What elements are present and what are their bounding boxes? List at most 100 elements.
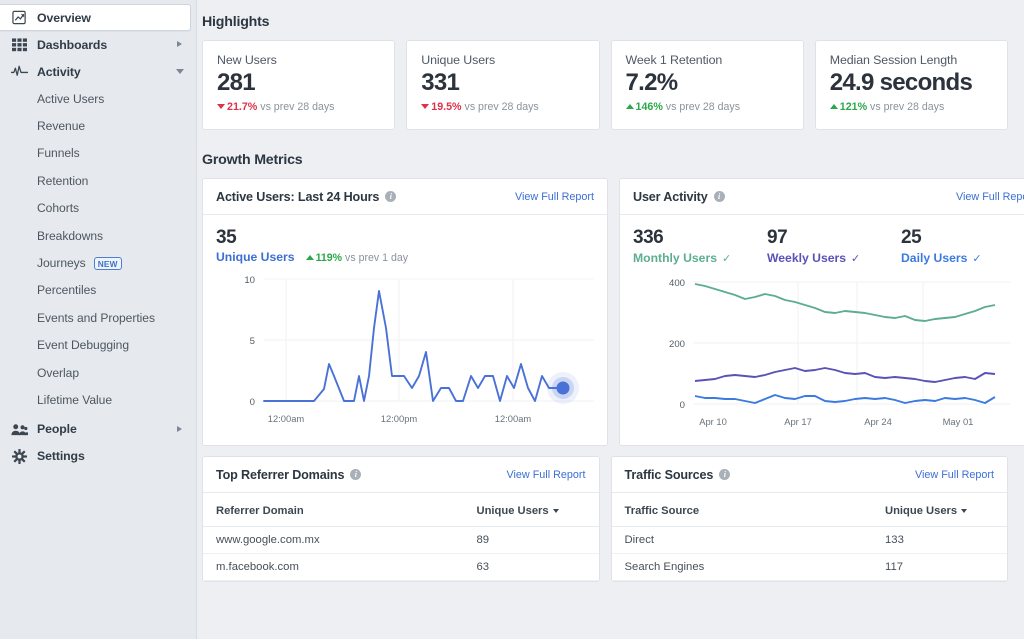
stat-label[interactable]: Monthly Users (633, 251, 717, 265)
stat-label-row[interactable]: Daily Users ✓ (901, 249, 1024, 267)
highlight-card-new-users: New Users 281 21.7% vs prev 28 days (202, 40, 395, 130)
sidebar: Overview Dashboards Activity Active User… (0, 0, 197, 639)
column-header-referrer-domain[interactable]: Referrer Domain (203, 493, 464, 527)
stat-value: 25 (901, 227, 1024, 249)
y-tick-label: 5 (250, 336, 255, 347)
view-full-report-link[interactable]: View Full Report (956, 191, 1024, 203)
view-full-report-link[interactable]: View Full Report (915, 469, 994, 481)
x-tick-label: Apr 24 (864, 416, 892, 427)
arrow-down-icon (421, 104, 429, 109)
activity-subnav: Active Users Revenue Funnels Retention C… (0, 85, 196, 414)
stat-daily-users: 25 Daily Users ✓ (901, 227, 1024, 267)
chart-active-users-24h[interactable]: 10 5 0 12:00am 12:00pm 12 (216, 264, 594, 432)
people-icon (11, 421, 28, 438)
check-icon: ✓ (972, 253, 981, 265)
new-badge: NEW (94, 257, 122, 270)
sidebar-item-retention[interactable]: Retention (0, 167, 196, 194)
delta-compare: vs prev 1 day (345, 252, 408, 264)
sidebar-item-overview[interactable]: Overview (0, 4, 191, 31)
sidebar-item-cohorts[interactable]: Cohorts (0, 195, 196, 222)
user-activity-stats: 336 Monthly Users✓ 97 Weekly Users✓ (633, 227, 1024, 267)
table-row[interactable]: Direct 133 (612, 527, 1008, 554)
highlight-card-week-1-retention: Week 1 Retention 7.2% 146% vs prev 28 da… (611, 40, 804, 130)
cell-traffic-source: Search Engines (612, 554, 873, 581)
stat-monthly-users: 336 Monthly Users✓ (633, 227, 767, 267)
pulse-icon (11, 63, 28, 80)
sidebar-item-funnels[interactable]: Funnels (0, 140, 196, 167)
sidebar-item-settings[interactable]: Settings (0, 443, 196, 470)
column-header-unique-users[interactable]: Unique Users (464, 493, 599, 527)
series-line-monthly-users (695, 284, 995, 321)
stat-label[interactable]: Weekly Users (767, 251, 846, 265)
cell-referrer-domain: www.google.com.mx (203, 527, 464, 554)
table-row[interactable]: m.facebook.com 63 (203, 554, 599, 581)
table-head: Traffic Source Unique Users (612, 493, 1008, 527)
subnav-label: Revenue (37, 119, 85, 133)
sidebar-item-revenue[interactable]: Revenue (0, 112, 196, 139)
info-icon[interactable]: i (714, 191, 725, 202)
subnav-label: Overlap (37, 366, 79, 380)
sidebar-item-journeys[interactable]: Journeys NEW (0, 249, 196, 276)
sort-descending-icon (961, 509, 967, 513)
panel-active-users: Active Users: Last 24 Hours i View Full … (202, 178, 608, 446)
metric-link-unique-users[interactable]: Unique Users (216, 250, 295, 264)
info-icon[interactable]: i (350, 469, 361, 480)
stat-weekly-users: 97 Weekly Users✓ (767, 227, 901, 267)
traffic-table: Traffic Source Unique Users Direct 133 S… (612, 493, 1008, 581)
sidebar-item-overlap[interactable]: Overlap (0, 359, 196, 386)
info-icon[interactable]: i (385, 191, 396, 202)
sidebar-item-lifetime-value[interactable]: Lifetime Value (0, 386, 196, 413)
delta-value: 19.5% (431, 101, 461, 113)
delta-value: 121% (840, 101, 867, 113)
check-icon: ✓ (722, 253, 731, 265)
sidebar-item-activity[interactable]: Activity (0, 58, 196, 85)
stat-label-row[interactable]: Weekly Users✓ (767, 249, 901, 267)
table-row[interactable]: www.google.com.mx 89 (203, 527, 599, 554)
subnav-label: Lifetime Value (37, 393, 112, 407)
referrers-table: Referrer Domain Unique Users www.google.… (203, 493, 599, 581)
sidebar-item-event-debugging[interactable]: Event Debugging (0, 332, 196, 359)
highlight-card-delta: 21.7% vs prev 28 days (217, 101, 380, 113)
info-icon[interactable]: i (719, 469, 730, 480)
highlight-card-median-session-length: Median Session Length 24.9 seconds 121% … (815, 40, 1008, 130)
sidebar-item-percentiles[interactable]: Percentiles (0, 277, 196, 304)
panel-header: Active Users: Last 24 Hours i View Full … (203, 179, 607, 215)
cell-traffic-source: Direct (612, 527, 873, 554)
highlight-card-value: 281 (217, 68, 380, 98)
stat-label-row[interactable]: Monthly Users ✓ (633, 249, 767, 267)
delta-compare: vs prev 28 days (666, 101, 740, 113)
sidebar-item-events-and-properties[interactable]: Events and Properties (0, 304, 196, 331)
view-full-report-link[interactable]: View Full Report (506, 469, 585, 481)
column-header-traffic-source[interactable]: Traffic Source (612, 493, 873, 527)
highlight-card-delta: 146% vs prev 28 days (626, 101, 789, 113)
overview-chart-icon (11, 9, 28, 26)
delta-value: 21.7% (227, 101, 257, 113)
sidebar-item-label: Overview (37, 11, 91, 25)
y-tick-label: 0 (680, 400, 685, 411)
table-body: Direct 133 Search Engines 117 (612, 527, 1008, 581)
arrow-down-icon (217, 104, 225, 109)
subnav-label: Percentiles (37, 283, 96, 297)
chart-user-activity[interactable]: 400 200 0 Apr 10 Apr 17 Apr 24 May 01 (633, 267, 1024, 435)
sidebar-item-dashboards[interactable]: Dashboards (0, 31, 196, 58)
table-row[interactable]: Search Engines 117 (612, 554, 1008, 581)
cell-unique-users: 133 (872, 527, 1007, 554)
highlight-card-delta: 19.5% vs prev 28 days (421, 101, 584, 113)
y-tick-label: 200 (669, 339, 685, 350)
sidebar-item-breakdowns[interactable]: Breakdowns (0, 222, 196, 249)
panel-header: User Activity i View Full Report (620, 179, 1024, 215)
delta-value: 119% (316, 252, 343, 264)
gear-icon (11, 448, 28, 465)
subnav-label: Breakdowns (37, 229, 103, 243)
sidebar-item-active-users[interactable]: Active Users (0, 85, 196, 112)
series-line-weekly-users (695, 368, 995, 382)
cell-referrer-domain: m.facebook.com (203, 554, 464, 581)
cell-unique-users: 89 (464, 527, 599, 554)
highlight-card-value: 24.9 seconds (830, 68, 993, 98)
column-header-unique-users[interactable]: Unique Users (872, 493, 1007, 527)
sidebar-item-people[interactable]: People (0, 416, 196, 443)
stat-label[interactable]: Daily Users (901, 251, 967, 265)
table-header-row: Traffic Source Unique Users (612, 493, 1008, 527)
view-full-report-link[interactable]: View Full Report (515, 191, 594, 203)
app-root: Overview Dashboards Activity Active User… (0, 0, 1024, 639)
